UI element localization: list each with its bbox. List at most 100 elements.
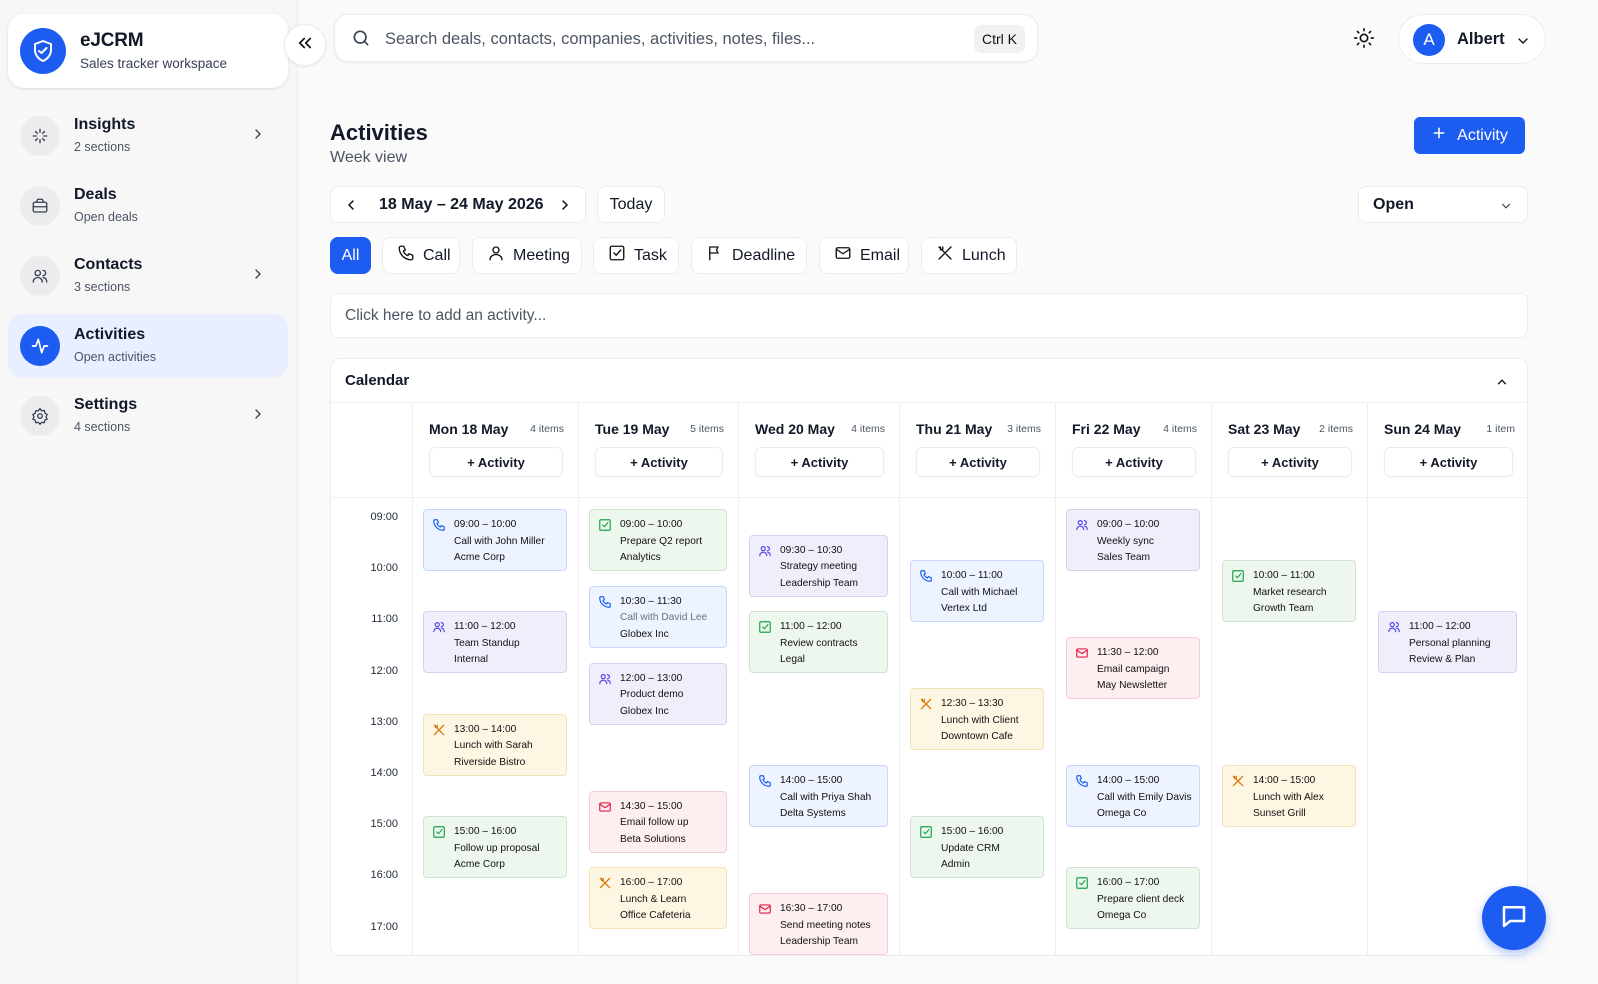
event-card-email[interactable]: 14:30 – 15:00 Email follow up Beta Solutio… xyxy=(589,790,727,853)
event-card-task[interactable]: 11:00 – 12:00 Review contracts Legal xyxy=(749,611,888,674)
event-card-task[interactable]: 15:00 – 16:00 Follow up proposal Acme Corp xyxy=(423,816,567,879)
event-card-call[interactable]: 10:30 – 11:30 Call with David Lee Globex I… xyxy=(589,585,727,648)
event-title: Call with Priya Shah xyxy=(780,791,872,803)
filter-email[interactable]: Email xyxy=(819,237,909,274)
day-column: Sun 24 May 1 item + Activity 11:00 – 12:00 P… xyxy=(1368,403,1527,955)
event-card-task[interactable]: 15:00 – 16:00 Update CRM Admin xyxy=(910,816,1044,879)
event-card-meeting[interactable]: 11:00 – 12:00 Personal planning Review & P… xyxy=(1378,611,1517,674)
sidebar-item-sub: Open deals xyxy=(74,210,138,224)
user-icon xyxy=(487,244,505,267)
collapse-sidebar-button[interactable] xyxy=(284,24,326,66)
event-time: 14:00 – 15:00 xyxy=(780,775,843,786)
event-title: Call with Emily Davis xyxy=(1097,791,1192,803)
sidebar-item-activities[interactable]: Activities Open activities xyxy=(8,314,288,378)
event-card-email[interactable]: 16:30 – 17:00 Send meeting notes Leadershi… xyxy=(749,893,888,955)
event-subtitle: Office Cafeteria xyxy=(620,910,691,922)
time-label: 11:00 xyxy=(371,613,398,626)
flag-icon xyxy=(706,244,724,267)
day-column: Thu 21 May 3 items + Activity 10:00 – 11:00… xyxy=(900,403,1056,955)
time-label: 12:00 xyxy=(370,664,398,677)
event-time: 10:00 – 11:00 xyxy=(941,570,1003,582)
day-add-activity-button[interactable]: + Activity xyxy=(1384,447,1513,477)
sidebar-item-deals[interactable]: Deals Open deals xyxy=(8,174,288,238)
utensils-icon xyxy=(919,697,933,718)
event-time: 14:00 – 15:00 xyxy=(1253,775,1316,786)
event-card-meeting[interactable]: 09:30 – 10:30 Strategy meeting Leadership … xyxy=(749,534,888,597)
event-card-meeting[interactable]: 12:00 – 13:00 Product demo Globex Inc xyxy=(589,662,727,725)
status-filter-select[interactable]: Open xyxy=(1358,186,1528,223)
sidebar-item-insights[interactable]: Insights 2 sections xyxy=(8,104,288,168)
event-card-lunch[interactable]: 13:00 – 14:00 Lunch with Sarah Riverside B… xyxy=(423,713,567,776)
filter-task[interactable]: Task xyxy=(593,237,679,274)
checkbox-icon xyxy=(432,825,446,846)
event-time: 16:30 – 17:00 xyxy=(780,903,843,914)
time-label: 17:00 xyxy=(370,920,398,933)
event-card-lunch[interactable]: 14:00 – 15:00 Lunch with Alex Sunset Grill xyxy=(1222,765,1356,827)
phone-icon xyxy=(598,595,612,616)
event-card-lunch[interactable]: 12:30 – 13:30 Lunch with Client Downtown C… xyxy=(910,688,1044,751)
event-subtitle: Legal xyxy=(780,654,805,666)
theme-toggle-button[interactable] xyxy=(1346,22,1382,58)
search-input[interactable] xyxy=(385,24,965,54)
sidebar-item-contacts[interactable]: Contacts 3 sections xyxy=(8,244,288,308)
event-card-meeting[interactable]: 09:00 – 10:00 Weekly sync Sales Team xyxy=(1066,509,1200,571)
event-card-call[interactable]: 14:00 – 15:00 Call with Priya Shah Delta S… xyxy=(749,765,888,827)
calendar-header[interactable]: Calendar xyxy=(331,359,1527,403)
event-title: Update CRM xyxy=(941,842,1000,854)
utensils-icon xyxy=(598,876,612,897)
event-time: 14:00 – 15:00 xyxy=(1097,775,1160,786)
day-column: Mon 18 May 4 items + Activity 09:00 – 10:00… xyxy=(413,403,579,955)
chevron-left-icon[interactable] xyxy=(343,197,359,218)
today-button[interactable]: Today xyxy=(597,186,665,223)
event-card-task[interactable]: 16:00 – 17:00 Prepare client deck Omega Co xyxy=(1066,867,1200,930)
day-add-activity-button[interactable]: + Activity xyxy=(1228,447,1352,477)
event-card-email[interactable]: 11:30 – 12:00 Email campaign May Newslette… xyxy=(1066,637,1200,699)
filter-all[interactable]: All xyxy=(330,237,371,274)
event-time: 11:30 – 12:00 xyxy=(1097,647,1159,658)
filter-call[interactable]: Call xyxy=(382,237,460,274)
mail-icon xyxy=(1075,646,1089,667)
filter-lunch[interactable]: Lunch xyxy=(921,237,1017,274)
quick-add-activity[interactable] xyxy=(330,293,1528,338)
sidebar-item-label: Insights xyxy=(74,116,136,133)
event-card-call[interactable]: 09:00 – 10:00 Call with John Miller Acme C… xyxy=(423,509,567,571)
day-item-count: 3 items xyxy=(1007,423,1041,435)
chevron-right-icon xyxy=(250,126,266,147)
day-add-activity-button[interactable]: + Activity xyxy=(755,447,884,477)
chat-button[interactable] xyxy=(1482,886,1546,950)
event-card-task[interactable]: 10:00 – 11:00 Market research Growth Team xyxy=(1222,560,1356,623)
event-subtitle: Sunset Grill xyxy=(1253,808,1306,819)
day-add-activity-button[interactable]: + Activity xyxy=(916,447,1040,477)
event-card-call[interactable]: 10:00 – 11:00 Call with Michael Vertex Ltd xyxy=(910,560,1044,623)
day-item-count: 4 items xyxy=(1163,423,1197,435)
event-subtitle: Omega Co xyxy=(1097,910,1147,922)
event-title: Review contracts xyxy=(780,637,858,649)
event-card-lunch[interactable]: 16:00 – 17:00 Lunch & Learn Office Cafeter… xyxy=(589,867,727,930)
event-card-task[interactable]: 09:00 – 10:00 Prepare Q2 report Analytics xyxy=(589,509,727,571)
filter-deadline[interactable]: Deadline xyxy=(691,237,807,274)
users-icon xyxy=(20,256,60,296)
event-title: Product demo xyxy=(620,689,684,701)
day-name: Thu 21 May xyxy=(916,421,993,437)
day-add-activity-button[interactable]: + Activity xyxy=(1072,447,1196,477)
checkbox-icon xyxy=(608,244,626,267)
event-card-meeting[interactable]: 11:00 – 12:00 Team Standup Internal xyxy=(423,611,567,674)
event-card-call[interactable]: 14:00 – 15:00 Call with Emily Davis Omega … xyxy=(1066,765,1200,827)
day-add-activity-button[interactable]: + Activity xyxy=(429,447,563,477)
day-add-activity-button[interactable]: + Activity xyxy=(595,447,723,477)
chevron-up-icon[interactable] xyxy=(1495,375,1509,394)
quick-add-input[interactable] xyxy=(345,302,1505,330)
filter-meeting[interactable]: Meeting xyxy=(472,237,582,274)
sidebar-item-settings[interactable]: Settings 4 sections xyxy=(8,384,288,448)
sidebar: eJCRM Sales tracker workspace Insights 2… xyxy=(0,0,298,984)
filter-label: All xyxy=(341,246,360,264)
event-time: 09:00 – 10:00 xyxy=(620,519,683,530)
users-icon xyxy=(758,544,772,565)
status-filter-value: Open xyxy=(1373,196,1414,213)
brand-card[interactable]: eJCRM Sales tracker workspace xyxy=(8,14,288,88)
add-activity-label: Activity xyxy=(1457,126,1508,144)
add-activity-button[interactable]: Activity xyxy=(1414,117,1525,154)
user-menu-button[interactable]: A Albert xyxy=(1398,14,1546,64)
chevron-right-icon[interactable] xyxy=(557,197,573,218)
global-search[interactable]: Ctrl K xyxy=(334,14,1038,62)
